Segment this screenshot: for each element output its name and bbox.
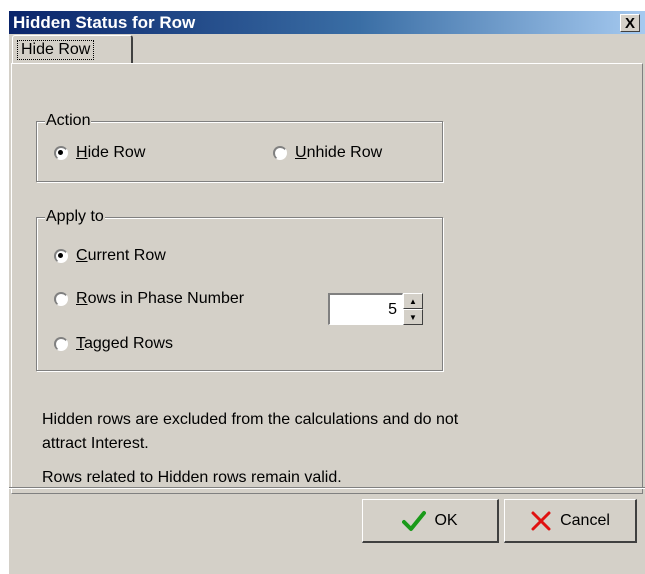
phase-number-spinner: ▲ ▼ [403,293,423,325]
radio-current-row-indicator[interactable] [54,249,68,263]
cancel-button[interactable]: Cancel [504,499,637,543]
phase-number-input[interactable] [328,293,403,325]
tab-label: Hide Row [17,40,95,60]
close-icon: X [624,14,635,32]
radio-unhide-row[interactable]: Unhide Row [273,144,382,162]
radio-tagged-rows-indicator[interactable] [54,337,68,351]
spin-down-button[interactable]: ▼ [403,309,423,325]
radio-rows-in-phase-label: Rows in Phase Number [76,290,245,307]
radio-unhide-row-indicator[interactable] [273,146,287,160]
footer-separator [9,487,645,489]
checkmark-icon [402,510,427,532]
radio-rows-in-phase[interactable]: Rows in Phase Number [54,290,244,308]
radio-tagged-rows-label: Tagged Rows [76,335,173,352]
radio-current-row[interactable]: Current Row [54,247,166,265]
ok-button[interactable]: OK [362,499,499,543]
spin-down-icon: ▼ [409,312,417,322]
action-group-label: Action [45,112,92,130]
info-line-1: Hidden rows are excluded from the calcul… [42,411,459,428]
close-button[interactable]: X [620,14,640,32]
radio-rows-in-phase-indicator[interactable] [54,292,68,306]
cancel-label: Cancel [560,511,610,529]
spin-up-button[interactable]: ▲ [403,293,423,309]
radio-hide-row[interactable]: Hide Row [54,144,145,162]
tab-hide-row[interactable]: Hide Row [12,35,133,64]
radio-hide-row-label: Hide Row [76,144,146,161]
info-line-2: attract Interest. [42,435,149,452]
apply-to-group-label: Apply to [45,208,105,226]
radio-tagged-rows[interactable]: Tagged Rows [54,335,173,353]
spin-up-icon: ▲ [409,296,417,306]
radio-hide-row-indicator[interactable] [54,146,68,160]
hidden-status-dialog: Hidden Status for Row X Hide Row Action … [8,10,645,574]
x-icon [530,510,552,532]
ok-label: OK [434,511,458,529]
radio-current-row-label: Current Row [76,247,166,264]
radio-unhide-row-label: Unhide Row [295,144,383,161]
title-bar[interactable]: Hidden Status for Row X [9,11,645,34]
window-title: Hidden Status for Row [13,13,196,32]
